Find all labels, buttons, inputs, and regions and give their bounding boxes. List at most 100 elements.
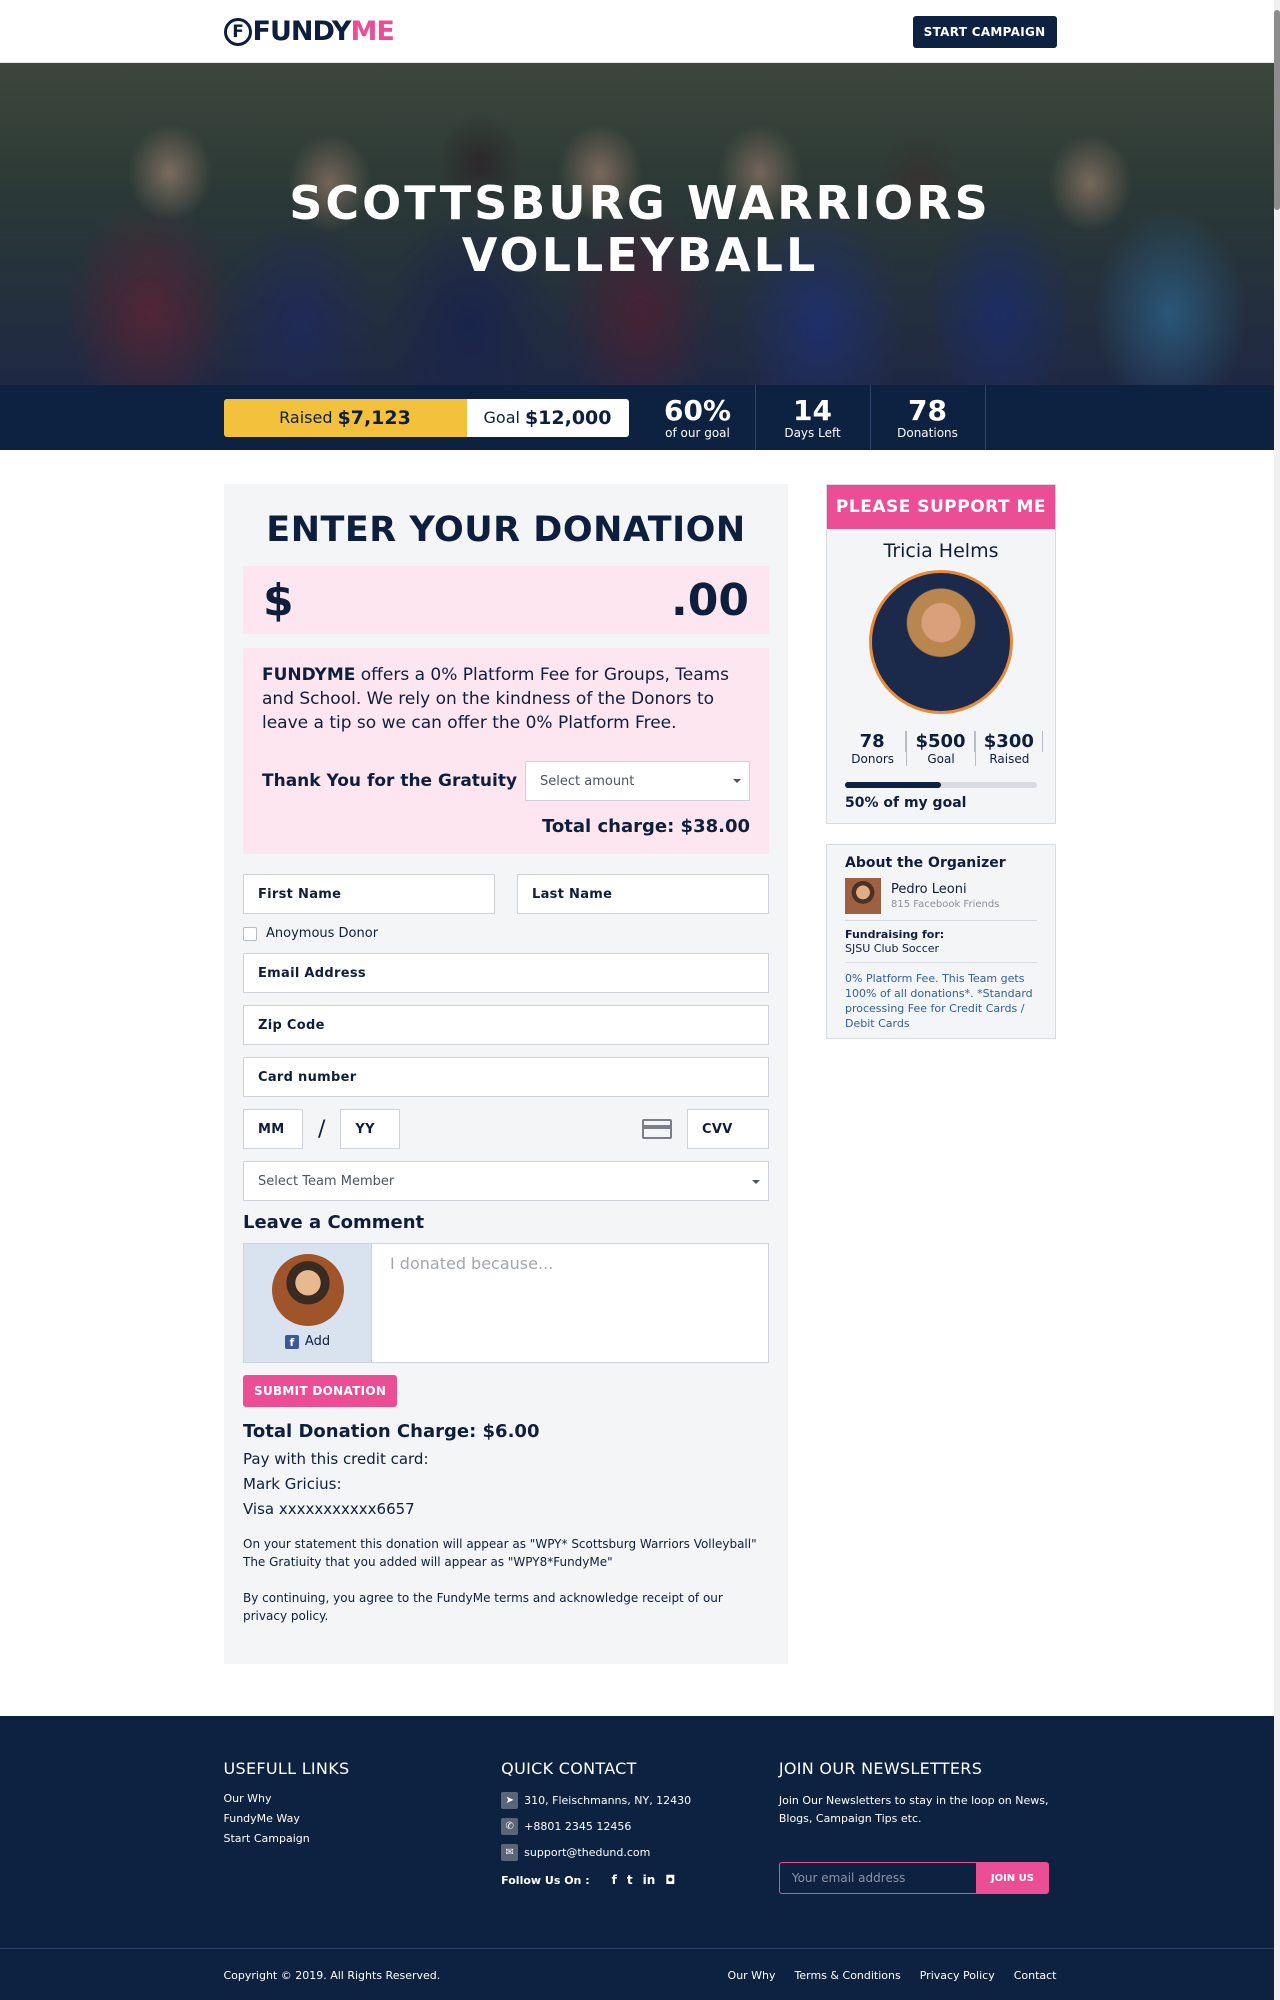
checkbox-icon[interactable] [243, 926, 257, 941]
bottom-link-contact[interactable]: Contact [1014, 1969, 1057, 1982]
organizer-profile[interactable]: Pedro Leoni 815 Facebook Friends [845, 878, 1037, 921]
goal-progress-fill [845, 782, 941, 788]
footer-newsletter-column: JOIN OUR NEWSLETTERS Join Our Newsletter… [778, 1759, 1057, 1894]
pay-line: Pay with this credit card: [243, 1450, 429, 1468]
email-field[interactable]: Email Address [243, 953, 769, 993]
raised-label: Raised [279, 408, 333, 427]
facebook-add-label: Add [304, 1334, 331, 1349]
join-us-button[interactable]: JOIN US [975, 1862, 1049, 1894]
first-name-field[interactable]: First Name [243, 874, 495, 914]
fundyme-logo[interactable]: F FUNDY ME [223, 16, 395, 47]
gratuity-box: FUNDYME offers a 0% Platform Fee for Gro… [243, 648, 769, 854]
comment-box: f Add I donated because... [243, 1243, 769, 1363]
comment-title: Leave a Comment [243, 1212, 425, 1233]
facebook-icon: f [284, 1334, 299, 1349]
fundraising-for-value: SJSU Club Soccer [845, 942, 940, 955]
contact-address: ➤ 310, Fleischmanns, NY, 12430 [501, 1792, 779, 1809]
supporter-photo [869, 570, 1013, 714]
avatar [845, 878, 881, 914]
stat-value: 78 [839, 731, 907, 752]
stat-donations: 78 Donations [871, 385, 986, 450]
footer-link-fundyme-way[interactable]: FundyMe Way [224, 1812, 502, 1825]
card-number-field[interactable]: Card number [243, 1057, 769, 1097]
instagram-icon[interactable]: ◘ [665, 1873, 675, 1887]
statement-notice: On your statement this donation will app… [243, 1537, 757, 1569]
email-text: support@thedund.com [524, 1846, 651, 1859]
anonymous-donor-checkbox[interactable]: Anoymous Donor [243, 926, 769, 941]
facebook-add-button[interactable]: f Add [284, 1334, 331, 1349]
main-content: ENTER YOUR DONATION $ .00 FUNDYME offers… [0, 450, 1280, 1716]
submit-donation-button[interactable]: SUBMIT DONATION [243, 1375, 398, 1407]
organizer-card: About the Organizer Pedro Leoni 815 Face… [826, 844, 1056, 1039]
phone-icon: ✆ [501, 1818, 519, 1835]
contact-phone[interactable]: ✆ +8801 2345 12456 [501, 1818, 779, 1835]
address-text: 310, Fleischmanns, NY, 12430 [524, 1794, 692, 1807]
goal-amount: Goal $12,000 [466, 398, 629, 437]
start-campaign-button[interactable]: START CAMPAIGN [912, 15, 1057, 48]
site-footer: USEFULL LINKS Our Why FundyMe Way Start … [0, 1716, 1280, 2000]
cvv-field[interactable]: CVV [687, 1109, 769, 1149]
goal-progress-label: 50% of my goal [845, 795, 967, 811]
expiry-month-field[interactable]: MM [243, 1109, 303, 1149]
page-scrollbar[interactable] [1274, 0, 1280, 2000]
currency-symbol: $ [263, 574, 294, 626]
mail-icon: ✉ [501, 1844, 519, 1861]
facebook-icon[interactable]: f [612, 1873, 617, 1887]
newsletter-email-input[interactable]: Your email address [778, 1862, 976, 1894]
twitter-icon[interactable]: t [627, 1873, 633, 1887]
team-member-select[interactable]: Select Team Member [243, 1161, 769, 1201]
pay-line: Visa xxxxxxxxxxx6657 [243, 1500, 415, 1518]
footer-link-our-why[interactable]: Our Why [224, 1792, 502, 1805]
phone-text: +8801 2345 12456 [524, 1820, 632, 1833]
chevron-down-icon [733, 779, 741, 783]
newsletter-title: JOIN OUR NEWSLETTERS [778, 1759, 983, 1778]
newsletter-form: Your email address JOIN US [778, 1862, 1057, 1894]
footer-bottom-links: Our Why Terms & Conditions Privacy Polic… [709, 1969, 1057, 1982]
fundraising-for-label: Fundraising for: [845, 928, 945, 941]
contact-email[interactable]: ✉ support@thedund.com [501, 1844, 779, 1861]
footer-link-start-campaign[interactable]: Start Campaign [224, 1832, 502, 1845]
footer-contact-column: QUICK CONTACT ➤ 310, Fleischmanns, NY, 1… [501, 1759, 779, 1894]
goal-value: $12,000 [524, 406, 612, 429]
platform-fee-text: FUNDYME offers a 0% Platform Fee for Gro… [262, 663, 750, 735]
stat-label: Days Left [784, 425, 841, 440]
site-header: F FUNDY ME START CAMPAIGN [0, 0, 1280, 63]
zip-code-field[interactable]: Zip Code [243, 1005, 769, 1045]
expiry-year-field[interactable]: YY [340, 1109, 401, 1149]
last-name-field[interactable]: Last Name [517, 874, 769, 914]
gratuity-amount-select[interactable]: Select amount [525, 761, 750, 801]
stat-percent-goal: 60% of our goal [641, 385, 756, 450]
campaign-title-line1: SCOTTSBURG WARRIORS [289, 176, 991, 230]
logo-me: ME [350, 16, 394, 47]
linkedin-icon[interactable]: in [643, 1873, 656, 1887]
newsletter-text: Join Our Newsletters to stay in the loop… [778, 1794, 1049, 1825]
bottom-link-privacy[interactable]: Privacy Policy [920, 1969, 995, 1982]
copyright: Copyright © 2019. All Rights Reserved. [223, 1968, 441, 1982]
stat-value: 14 [793, 393, 832, 427]
stat-value: 78 [908, 393, 947, 427]
footer-links-column: USEFULL LINKS Our Why FundyMe Way Start … [224, 1759, 502, 1894]
expiry-separator: / [318, 1116, 326, 1142]
support-card: PLEASE SUPPORT ME Tricia Helms 78 Donors… [826, 484, 1056, 824]
gratuity-label: Thank You for the Gratuity [262, 771, 518, 791]
supporter-stat-goal: $500 Goal [907, 731, 976, 766]
supporter-stat-raised: $300 Raised [976, 731, 1043, 766]
footer-links-title: USEFULL LINKS [223, 1759, 350, 1778]
support-header: PLEASE SUPPORT ME [827, 485, 1055, 529]
footer-bottom: Copyright © 2019. All Rights Reserved. O… [0, 1948, 1280, 2000]
amount-cents: .00 [671, 574, 749, 626]
comment-textarea[interactable]: I donated because... [372, 1244, 768, 1362]
donation-amount-input[interactable]: $ .00 [243, 566, 769, 634]
footer-contact-title: QUICK CONTACT [501, 1759, 637, 1778]
stat-label: Donors [851, 752, 895, 766]
goal-progress-bar [845, 782, 1037, 788]
organizer-title: About the Organizer [845, 855, 1006, 871]
bottom-link-terms[interactable]: Terms & Conditions [795, 1969, 901, 1982]
stat-label: of our goal [665, 425, 730, 440]
donation-form: ENTER YOUR DONATION $ .00 FUNDYME offers… [224, 484, 788, 1664]
stat-value: 60% [663, 393, 732, 427]
organizer-friends: 815 Facebook Friends [891, 899, 1000, 910]
stat-value: $500 [907, 731, 975, 752]
bottom-link-our-why[interactable]: Our Why [728, 1969, 776, 1982]
gratuity-select-value: Select amount [540, 773, 635, 789]
